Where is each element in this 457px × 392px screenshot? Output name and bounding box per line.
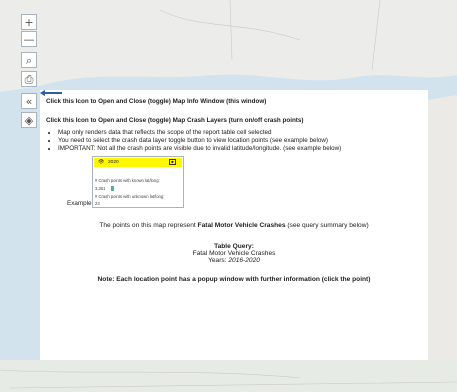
represent-statement: The points on this map represent Fatal M…: [46, 222, 422, 229]
represent-suffix: (see query summary below): [285, 222, 369, 229]
search-button[interactable]: ⌕: [21, 52, 37, 68]
example-label: Example:: [67, 200, 94, 207]
example-unknown-label: # Crash points with unknown lat/long:: [95, 194, 165, 199]
layers-icon: ◈: [24, 113, 34, 127]
example-year: 2020: [108, 160, 119, 165]
list-item: IMPORTANT: Not all the crash points are …: [58, 145, 422, 153]
zoom-in-button[interactable]: +: [21, 14, 37, 30]
plus-icon: +: [24, 15, 34, 29]
crash-layers-toggle-button[interactable]: ◈: [21, 112, 37, 128]
query-years-value: 2016-2020: [228, 257, 260, 264]
map-canvas[interactable]: + — ⌕ ⎙ « ◈ Click this Icon to Open and …: [0, 0, 457, 392]
query-subject: Fatal Motor Vehicle Crashes: [192, 250, 276, 257]
example-section: Example: 👁 2020 ■ # Crash points with kn…: [46, 156, 422, 212]
query-years-label: Years:: [208, 257, 229, 264]
list-item: You need to select the crash data layer …: [58, 137, 422, 145]
example-layer-header: 👁 2020 ■: [94, 158, 182, 167]
represent-subject: Fatal Motor Vehicle Crashes: [197, 222, 286, 229]
example-known-label: # Crash points with known lat/long:: [95, 178, 160, 183]
arrow-left-icon: [40, 90, 62, 96]
info-window-instruction-text: Click this Icon to Open and Close (toggl…: [46, 98, 267, 105]
zoom-out-button[interactable]: —: [21, 31, 37, 47]
list-item: Map only renders data that reflects the …: [58, 129, 422, 137]
info-bullet-list: Map only renders data that reflects the …: [46, 129, 422, 153]
info-window-toggle-button[interactable]: «: [21, 93, 37, 109]
print-button[interactable]: ⎙: [21, 71, 37, 87]
search-icon: ⌕: [25, 53, 33, 67]
minus-icon: —: [23, 32, 35, 46]
example-unknown-value: 23: [95, 201, 100, 206]
represent-prefix: The points on this map represent: [99, 222, 198, 229]
layer-toggle-icon: ■: [169, 159, 176, 165]
layers-instruction: Click this Icon to Open and Close (toggl…: [40, 90, 422, 124]
land-north: [0, 0, 457, 92]
info-window-instruction: Click this Icon to Open and Close (toggl…: [40, 90, 422, 105]
example-known-value: 3,351: [95, 186, 106, 191]
printer-icon: ⎙: [24, 72, 34, 86]
query-title: Table Query:: [214, 243, 254, 250]
example-bar: [111, 186, 114, 191]
query-years: Years: 2016-2020: [46, 257, 422, 264]
land-east: [428, 95, 457, 360]
example-layer-card: 👁 2020 ■ # Crash points with known lat/l…: [92, 156, 184, 208]
query-summary: Table Query: Fatal Motor Vehicle Crashes…: [46, 243, 422, 264]
map-info-window: Click this Icon to Open and Close (toggl…: [40, 90, 428, 360]
double-chevron-left-icon: «: [25, 94, 33, 108]
eye-icon: 👁: [98, 160, 105, 165]
layers-instruction-text: Click this Icon to Open and Close (toggl…: [46, 117, 304, 124]
popup-note: Note: Each location point has a popup wi…: [97, 276, 371, 283]
